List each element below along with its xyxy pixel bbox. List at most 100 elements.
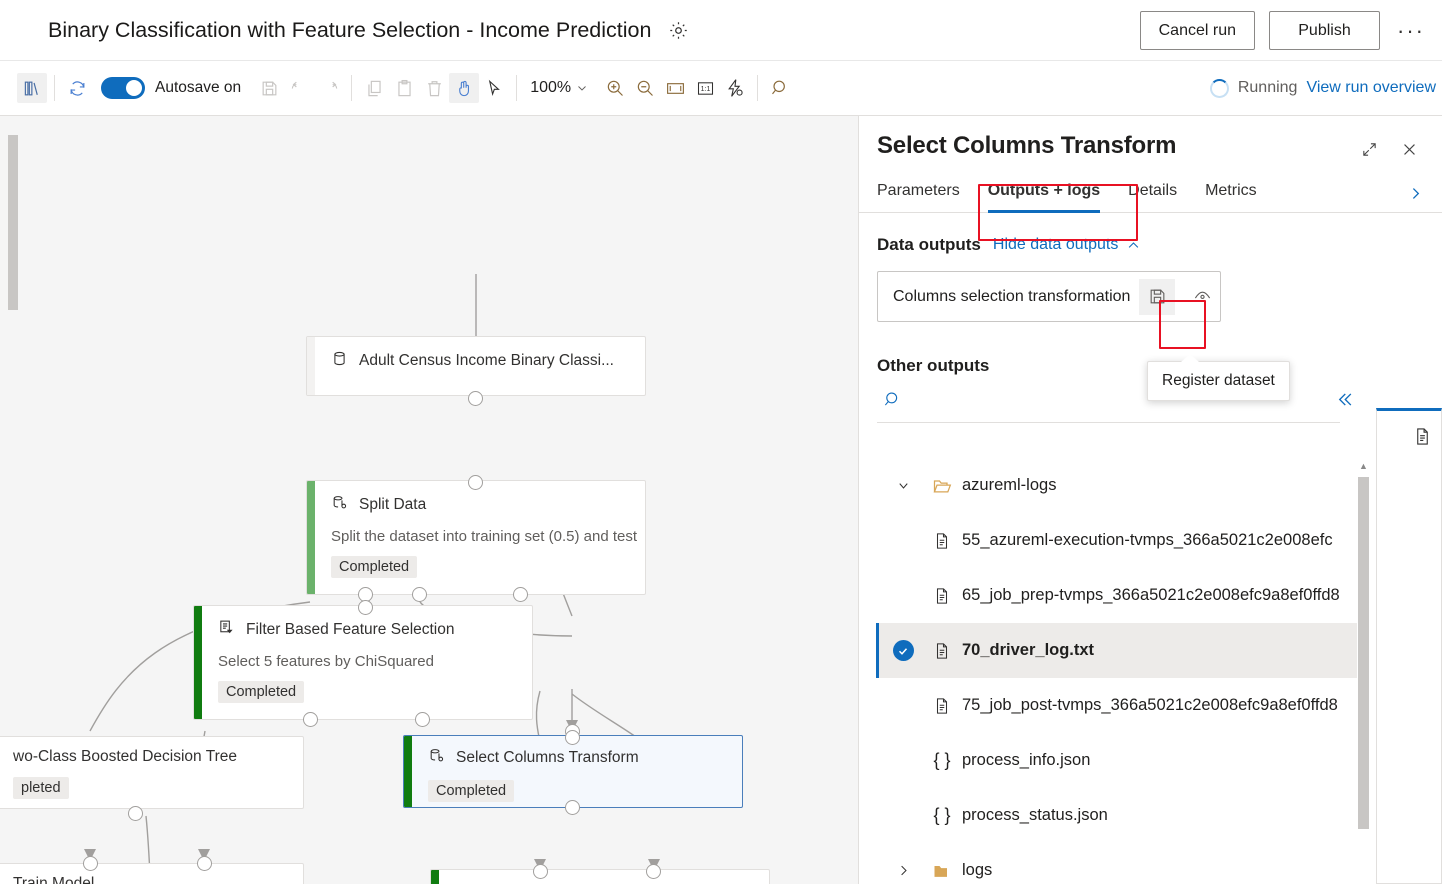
node-port[interactable] <box>83 856 98 871</box>
data-outputs-section-header: Data outputs Hide data outputs <box>859 213 1442 255</box>
dataset-icon <box>331 350 348 372</box>
node-port[interactable] <box>358 600 373 615</box>
autosave-toggle[interactable] <box>101 77 145 99</box>
chevron-down-icon[interactable] <box>884 478 922 493</box>
double-chevron-left-icon[interactable] <box>1330 385 1358 413</box>
pipeline-canvas[interactable]: Adult Census Income Binary Classi... Spl… <box>0 116 858 884</box>
scroll-up-icon[interactable]: ▲ <box>1357 458 1370 474</box>
fit-to-screen-icon[interactable] <box>660 73 690 103</box>
json-icon: { } <box>922 750 962 771</box>
node-accent-bar <box>404 736 412 807</box>
scrollbar-thumb[interactable] <box>1358 477 1369 829</box>
outputs-file-tree[interactable]: azureml-logs 55_azureml-execution-tvmps_… <box>876 458 1366 884</box>
canvas-node-filter-based-feature-selection[interactable]: Filter Based Feature Selection Select 5 … <box>193 605 533 720</box>
hide-data-outputs-link[interactable]: Hide data outputs <box>993 236 1141 254</box>
tree-vertical-scrollbar[interactable]: ▲ <box>1357 458 1370 884</box>
more-options-icon[interactable]: ··· <box>1394 14 1428 48</box>
data-output-item[interactable]: Columns selection transformation <box>877 271 1221 322</box>
tree-label: process_info.json <box>962 751 1090 770</box>
zoom-in-icon[interactable] <box>600 73 630 103</box>
gear-icon[interactable] <box>665 18 691 44</box>
node-accent-bar <box>307 337 315 395</box>
cancel-run-button[interactable]: Cancel run <box>1140 11 1255 50</box>
save-icon[interactable] <box>254 73 284 103</box>
node-port[interactable] <box>565 730 580 745</box>
data-outputs-title: Data outputs <box>877 235 981 255</box>
one-to-one-icon[interactable]: 1:1 <box>690 73 720 103</box>
canvas-node-select-columns-transform[interactable]: Select Columns Transform Completed <box>403 735 743 808</box>
node-port[interactable] <box>646 864 661 879</box>
register-dataset-icon[interactable] <box>1139 279 1175 315</box>
tree-label: azureml-logs <box>962 476 1056 495</box>
tree-row-json[interactable]: { } process_status.json <box>876 788 1366 843</box>
tree-row-file[interactable]: 65_job_prep-tvmps_366a5021c2e008efc9a8ef… <box>876 568 1366 623</box>
publish-button[interactable]: Publish <box>1269 11 1380 50</box>
refresh-icon[interactable] <box>62 73 92 103</box>
node-port[interactable] <box>197 856 212 871</box>
cursor-icon[interactable] <box>479 73 509 103</box>
tree-label: 55_azureml-execution-tvmps_366a5021c2e00… <box>962 531 1333 550</box>
canvas-node-apply-transformation[interactable]: Apply Transformation Apply the same tran… <box>430 869 770 884</box>
node-port[interactable] <box>303 712 318 727</box>
node-port[interactable] <box>513 587 528 602</box>
trash-icon[interactable] <box>419 73 449 103</box>
node-port[interactable] <box>533 864 548 879</box>
run-status-label: Running <box>1238 79 1298 97</box>
tree-row-folder-azureml-logs[interactable]: azureml-logs <box>876 458 1366 513</box>
tab-metrics[interactable]: Metrics <box>1191 182 1271 212</box>
tree-row-file-selected[interactable]: 70_driver_log.txt <box>876 623 1366 678</box>
folder-icon <box>922 861 962 881</box>
node-port[interactable] <box>468 475 483 490</box>
node-port[interactable] <box>128 806 143 821</box>
chevron-right-icon[interactable] <box>884 863 922 878</box>
tab-parameters[interactable]: Parameters <box>877 182 974 212</box>
hand-icon[interactable] <box>449 73 479 103</box>
view-run-overview-link[interactable]: View run overview <box>1306 79 1436 97</box>
auto-layout-icon[interactable] <box>720 73 750 103</box>
search-icon[interactable] <box>765 73 795 103</box>
node-port[interactable] <box>415 712 430 727</box>
node-port[interactable] <box>468 391 483 406</box>
title-left-group: Binary Classification with Feature Selec… <box>48 0 691 61</box>
canvas-node-train-model[interactable]: Train Model mpleted <box>0 863 304 884</box>
search-icon[interactable] <box>877 384 907 414</box>
node-status-badge: Completed <box>428 780 514 802</box>
canvas-node-split-data[interactable]: Split Data Split the dataset into traini… <box>306 480 646 595</box>
run-status-group: Running View run overview <box>1210 79 1442 98</box>
library-icon[interactable] <box>17 73 47 103</box>
folder-open-icon <box>922 476 962 496</box>
undo-icon[interactable] <box>284 73 314 103</box>
zoom-out-icon[interactable] <box>630 73 660 103</box>
chevron-right-icon[interactable] <box>1407 185 1442 212</box>
tree-row-json[interactable]: { } process_info.json <box>876 733 1366 788</box>
expand-icon[interactable] <box>1358 138 1380 160</box>
copy-icon[interactable] <box>359 73 389 103</box>
autosave-toggle-group[interactable]: Autosave on <box>101 77 241 99</box>
canvas-vertical-scrollbar[interactable] <box>8 135 18 310</box>
tab-details[interactable]: Details <box>1114 182 1191 212</box>
node-port[interactable] <box>412 587 427 602</box>
canvas-node-two-class-boosted-decision-tree[interactable]: wo-Class Boosted Decision Tree pleted <box>0 736 304 809</box>
tree-row-folder-logs[interactable]: logs <box>876 843 1366 884</box>
node-accent-bar <box>431 870 439 884</box>
node-accent-bar <box>307 481 315 594</box>
tree-row-file[interactable]: 55_azureml-execution-tvmps_366a5021c2e00… <box>876 513 1366 568</box>
file-viewer-pane[interactable] <box>1376 408 1442 884</box>
node-title-label: Select Columns Transform <box>456 749 639 767</box>
close-icon[interactable] <box>1398 138 1420 160</box>
tree-label: 70_driver_log.txt <box>962 641 1094 660</box>
node-port[interactable] <box>565 800 580 815</box>
tree-label: process_status.json <box>962 806 1108 825</box>
redo-icon[interactable] <box>314 73 344 103</box>
hide-data-outputs-label: Hide data outputs <box>993 236 1118 254</box>
file-icon <box>922 587 962 605</box>
json-icon: { } <box>922 805 962 826</box>
eye-icon[interactable] <box>1184 279 1220 315</box>
tab-outputs-logs[interactable]: Outputs + logs <box>974 182 1114 212</box>
tree-row-file[interactable]: 75_job_post-tvmps_366a5021c2e008efc9a8ef… <box>876 678 1366 733</box>
filter-icon <box>218 619 235 641</box>
paste-icon[interactable] <box>389 73 419 103</box>
canvas-node-dataset[interactable]: Adult Census Income Binary Classi... <box>306 336 646 396</box>
tree-label: 65_job_prep-tvmps_366a5021c2e008efc9a8ef… <box>962 586 1340 605</box>
zoom-level-dropdown[interactable]: 100% <box>524 76 594 100</box>
